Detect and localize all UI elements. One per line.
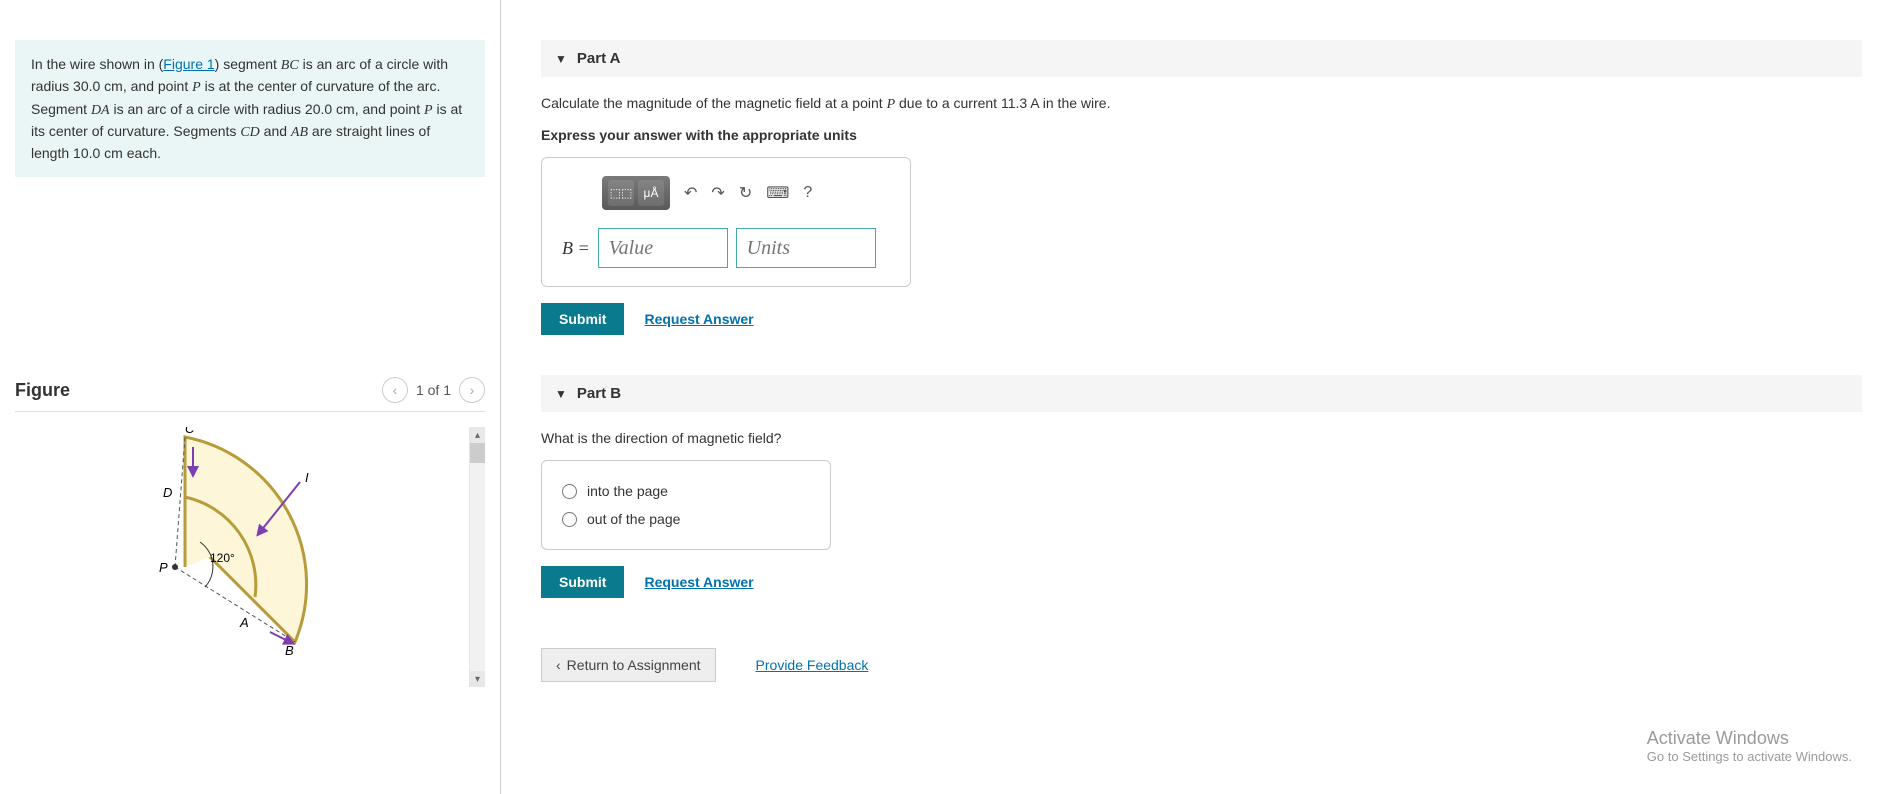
part-b-title: Part B: [577, 385, 621, 402]
templates-button[interactable]: ⬚⬚: [608, 180, 634, 206]
caret-down-icon: ▼: [555, 387, 567, 401]
figure-scrollbar[interactable]: ▴ ▾: [469, 427, 485, 687]
label-angle: 120°: [210, 551, 235, 565]
units-symbol-button[interactable]: μÅ: [638, 180, 664, 206]
provide-feedback-link[interactable]: Provide Feedback: [756, 657, 869, 673]
chevron-left-icon: ‹: [556, 657, 561, 673]
units-input[interactable]: [736, 228, 876, 268]
radio-out-label: out of the page: [587, 511, 680, 527]
radio-out-input[interactable]: [562, 512, 577, 527]
segment-da: DA: [91, 103, 110, 118]
label-i: I: [305, 470, 309, 485]
equation-tool-group: ⬚⬚ μÅ: [602, 176, 670, 210]
part-a-question: Calculate the magnitude of the magnetic …: [541, 95, 1862, 113]
redo-icon[interactable]: ↷: [711, 183, 724, 203]
part-a-title: Part A: [577, 50, 621, 67]
scroll-up-icon[interactable]: ▴: [470, 427, 485, 443]
request-answer-link-a[interactable]: Request Answer: [644, 311, 753, 327]
radio-option-out[interactable]: out of the page: [562, 505, 810, 533]
answer-box-a: ⬚⬚ μÅ ↶ ↷ ↻ ⌨ ? B =: [541, 157, 911, 287]
variable-label: B =: [562, 238, 590, 259]
windows-activation-watermark: Activate Windows Go to Settings to activ…: [1647, 728, 1852, 764]
radio-group-direction: into the page out of the page: [541, 460, 831, 550]
part-b-question: What is the direction of magnetic field?: [541, 430, 1862, 446]
segment-bc: BC: [281, 58, 299, 73]
part-b-header[interactable]: ▼ Part B: [541, 375, 1862, 412]
label-d: D: [163, 485, 172, 500]
value-input[interactable]: [598, 228, 728, 268]
figure-prev-button[interactable]: ‹: [382, 377, 408, 403]
reset-icon[interactable]: ↻: [739, 183, 752, 203]
figure-image: C D P A B I 120° ▴ ▾: [15, 427, 485, 687]
label-c: C: [185, 427, 195, 436]
figure-link[interactable]: Figure 1: [163, 56, 214, 72]
help-icon[interactable]: ?: [803, 184, 812, 202]
return-to-assignment-button[interactable]: ‹ Return to Assignment: [541, 648, 716, 682]
problem-text: In the wire shown in (: [31, 56, 163, 72]
request-answer-link-b[interactable]: Request Answer: [644, 574, 753, 590]
submit-button-a[interactable]: Submit: [541, 303, 624, 335]
caret-down-icon: ▼: [555, 52, 567, 66]
radio-option-into[interactable]: into the page: [562, 477, 810, 505]
label-p: P: [159, 560, 168, 575]
keyboard-icon[interactable]: ⌨: [766, 183, 789, 203]
part-a-instruction: Express your answer with the appropriate…: [541, 127, 1862, 143]
problem-statement: In the wire shown in (Figure 1) segment …: [15, 40, 485, 177]
segment-cd: CD: [240, 125, 259, 140]
scroll-down-icon[interactable]: ▾: [470, 671, 485, 687]
figure-next-button[interactable]: ›: [459, 377, 485, 403]
segment-ab: AB: [291, 125, 308, 140]
part-a-header[interactable]: ▼ Part A: [541, 40, 1862, 77]
submit-button-b[interactable]: Submit: [541, 566, 624, 598]
figure-title: Figure: [15, 380, 70, 401]
scroll-thumb[interactable]: [470, 443, 485, 463]
figure-counter: 1 of 1: [416, 382, 451, 398]
label-b: B: [285, 643, 294, 657]
label-a: A: [239, 615, 249, 630]
radio-into-input[interactable]: [562, 484, 577, 499]
radio-into-label: into the page: [587, 483, 668, 499]
undo-icon[interactable]: ↶: [684, 183, 697, 203]
